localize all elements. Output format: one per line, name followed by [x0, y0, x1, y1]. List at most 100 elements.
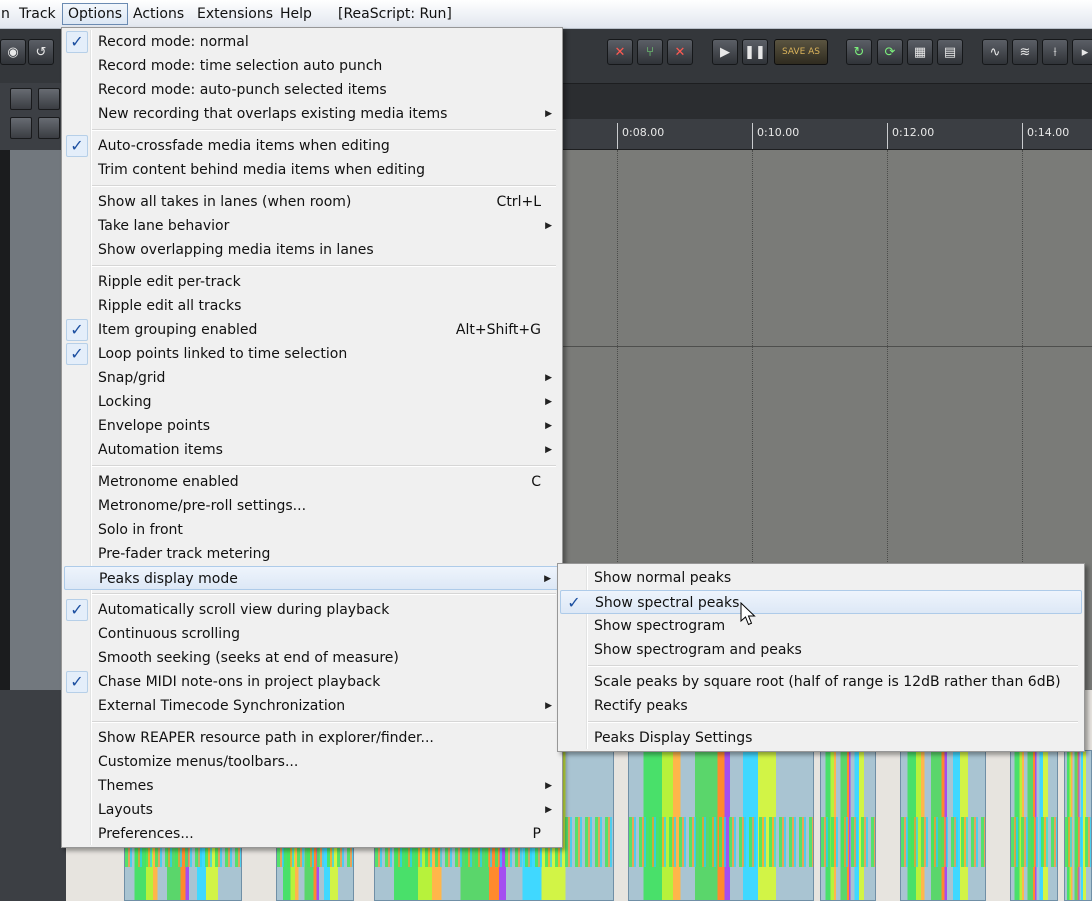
menu-item-show-normal-peaks[interactable]: Show normal peaks: [560, 566, 1082, 590]
menu-track[interactable]: Track: [14, 3, 61, 25]
loop-icon[interactable]: ↻: [846, 39, 872, 65]
media-item[interactable]: [1010, 750, 1058, 901]
menu-item-snap-grid[interactable]: Snap/grid ▶: [64, 366, 560, 390]
menu-item-automation-items[interactable]: Automation items ▶: [64, 438, 560, 462]
menu-actions[interactable]: Actions: [128, 3, 189, 25]
menu-item-show-resource-path[interactable]: Show REAPER resource path in explorer/fi…: [64, 726, 560, 750]
menu-item-metronome-settings[interactable]: Metronome/pre-roll settings...: [64, 494, 560, 518]
menu-item-record-mode-auto-punch[interactable]: Record mode: auto-punch selected items: [64, 78, 560, 102]
menu-item-show-takes-in-lanes[interactable]: Show all takes in lanes (when room) Ctrl+…: [64, 190, 560, 214]
checkmark-icon: ✓: [66, 599, 88, 621]
menu-item-themes[interactable]: Themes ▶: [64, 774, 560, 798]
checkmark-icon: ✓: [66, 343, 88, 365]
menu-help[interactable]: Help: [275, 3, 317, 25]
peaks-display-mode-submenu: Show normal peaks ✓ Show spectral peaks S…: [557, 563, 1085, 752]
pause-icon[interactable]: ❚❚: [742, 39, 768, 65]
submenu-arrow-icon: ▶: [544, 574, 551, 584]
toolbar-more-icon[interactable]: ▸: [1072, 39, 1092, 65]
menu-item-scale-peaks-sqrt[interactable]: Scale peaks by square root (half of rang…: [560, 670, 1082, 694]
checkmark-icon: ✓: [66, 319, 88, 341]
menu-item-metronome-enabled[interactable]: Metronome enabled C: [64, 470, 560, 494]
media-item[interactable]: [900, 750, 986, 901]
menu-item-record-mode-time-selection[interactable]: Record mode: time selection auto punch: [64, 54, 560, 78]
delete-item-icon[interactable]: ✕: [607, 39, 633, 65]
menu-item-record-mode-normal[interactable]: ✓ Record mode: normal: [64, 30, 560, 54]
menu-bar: n Track Options Actions Extensions Help …: [0, 0, 1092, 29]
shortcut-label: P: [532, 826, 541, 842]
submenu-arrow-icon: ▶: [545, 421, 552, 431]
submenu-arrow-icon: ▶: [545, 781, 552, 791]
checkmark-icon: ✓: [66, 135, 88, 157]
menu-item-smooth-seeking[interactable]: Smooth seeking (seeks at end of measure): [64, 646, 560, 670]
menu-item-trim-content[interactable]: Trim content behind media items when edi…: [64, 158, 560, 182]
submenu-arrow-icon: ▶: [545, 701, 552, 711]
menu-item-show-spectrogram[interactable]: Show spectrogram: [560, 614, 1082, 638]
waveform-icon[interactable]: ∿: [982, 39, 1008, 65]
metronome-icon[interactable]: ◉: [0, 39, 26, 65]
menu-item-pre-fader-metering[interactable]: Pre-fader track metering: [64, 542, 560, 566]
ruler-tick: 0:12.00: [887, 123, 934, 149]
spectral-waveform-icon[interactable]: ≋: [1012, 39, 1038, 65]
menu-options[interactable]: Options: [62, 3, 129, 25]
menu-item-peaks-display-mode[interactable]: Peaks display mode ▶: [64, 566, 560, 590]
menu-item-take-lane-behavior[interactable]: Take lane behavior ▶: [64, 214, 560, 238]
menu-item-auto-crossfade[interactable]: ✓ Auto-crossfade media items when editing: [64, 134, 560, 158]
media-item[interactable]: [628, 750, 814, 901]
peaks-icon[interactable]: ⟊: [1042, 39, 1068, 65]
menu-separator: [92, 129, 556, 131]
menu-extensions[interactable]: Extensions: [192, 3, 278, 25]
options-menu: ✓ Record mode: normal Record mode: time s…: [61, 27, 563, 848]
menu-item-ripple-per-track[interactable]: Ripple edit per-track: [64, 270, 560, 294]
menu-item-locking[interactable]: Locking ▶: [64, 390, 560, 414]
menu-item-layouts[interactable]: Layouts ▶: [64, 798, 560, 822]
grid-icon[interactable]: ▦: [907, 39, 933, 65]
checkmark-icon: ✓: [66, 671, 88, 693]
menu-item-peaks-display-settings[interactable]: Peaks Display Settings: [560, 726, 1082, 750]
mixer-icon[interactable]: [38, 88, 60, 110]
menu-item-show-spectral-peaks[interactable]: ✓ Show spectral peaks: [560, 590, 1082, 614]
menu-item-chase-midi[interactable]: ✓ Chase MIDI note-ons in project playback: [64, 670, 560, 694]
undo-icon[interactable]: ↺: [28, 39, 54, 65]
menu-item-item-grouping[interactable]: ✓ Item grouping enabled Alt+Shift+G: [64, 318, 560, 342]
mouse-cursor-icon: [740, 602, 756, 626]
record-arm-icon[interactable]: [10, 88, 32, 110]
menu-item-rectify-peaks[interactable]: Rectify peaks: [560, 694, 1082, 718]
submenu-arrow-icon: ▶: [545, 397, 552, 407]
reascript-run-label[interactable]: [ReaScript: Run]: [333, 3, 457, 25]
menu-separator: [92, 465, 556, 467]
submenu-arrow-icon: ▶: [545, 805, 552, 815]
timeline-ruler[interactable]: 0:08.00 0:10.00 0:12.00 0:14.00: [563, 119, 1092, 150]
ruler-tick: 0:08.00: [617, 123, 664, 149]
save-as-button[interactable]: SAVE AS: [774, 39, 828, 65]
menu-item-continuous-scrolling[interactable]: Continuous scrolling: [64, 622, 560, 646]
media-item[interactable]: [1064, 750, 1092, 901]
repeat-icon[interactable]: ⟳: [877, 39, 903, 65]
menu-item-envelope-points[interactable]: Envelope points ▶: [64, 414, 560, 438]
menu-item-external-timecode[interactable]: External Timecode Synchronization ▶: [64, 694, 560, 718]
menu-item-preferences[interactable]: Preferences... P: [64, 822, 560, 846]
ruler-tick: 0:10.00: [752, 123, 799, 149]
checkmark-icon: ✓: [567, 593, 581, 612]
menu-item-loop-points-linked[interactable]: ✓ Loop points linked to time selection: [64, 342, 560, 366]
menu-separator: [588, 721, 1078, 723]
menu-item-show-spectrogram-and-peaks[interactable]: Show spectrogram and peaks: [560, 638, 1082, 662]
menu-item-ripple-all-tracks[interactable]: Ripple edit all tracks: [64, 294, 560, 318]
menu-item-customize-menus[interactable]: Customize menus/toolbars...: [64, 750, 560, 774]
remove-item-icon[interactable]: ✕: [667, 39, 693, 65]
submenu-arrow-icon: ▶: [545, 373, 552, 383]
menu-item-new-recording-overlaps[interactable]: New recording that overlaps existing med…: [64, 102, 560, 126]
submenu-arrow-icon: ▶: [545, 221, 552, 231]
track-header-column: [10, 150, 66, 690]
split-item-icon[interactable]: ⑂: [637, 39, 663, 65]
envelope-icon[interactable]: ▤: [937, 39, 963, 65]
menu-item-auto-scroll[interactable]: ✓ Automatically scroll view during playba…: [64, 598, 560, 622]
routing-icon[interactable]: [10, 117, 32, 139]
menu-item-solo-in-front[interactable]: Solo in front: [64, 518, 560, 542]
menu-separator: [92, 185, 556, 187]
play-icon[interactable]: ▶: [712, 39, 738, 65]
solo-icon[interactable]: [38, 117, 60, 139]
checkmark-icon: ✓: [66, 31, 88, 53]
menu-item-show-overlapping-items[interactable]: Show overlapping media items in lanes: [64, 238, 560, 262]
menu-file-partial[interactable]: n: [0, 3, 15, 25]
media-item[interactable]: [820, 750, 876, 901]
